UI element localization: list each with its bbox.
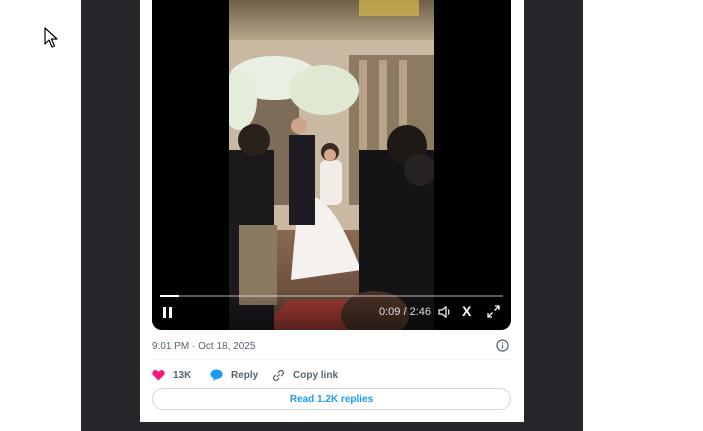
heart-icon (152, 369, 165, 381)
copy-link-button[interactable]: Copy link (272, 366, 338, 384)
like-button[interactable]: 13K (152, 366, 191, 384)
link-icon (272, 369, 285, 381)
mouse-cursor-icon (44, 27, 58, 48)
post-timestamp[interactable]: 9:01 PM · Oct 18, 2025 (152, 341, 255, 352)
video-controls-bar: 0:09 / 2:46 X (152, 290, 511, 330)
post-actions: 13K Reply Copy link (152, 366, 511, 384)
copy-link-label: Copy link (293, 369, 339, 381)
read-replies-button[interactable]: Read 1.2K replies (152, 388, 511, 410)
video-time-separator: / (400, 306, 410, 318)
divider (152, 359, 511, 360)
x-logo-icon[interactable]: X (462, 303, 471, 319)
video-time: 0:09 / 2:46 (379, 306, 431, 318)
speech-bubble-icon (210, 369, 223, 381)
reply-button[interactable]: Reply (210, 366, 258, 384)
fullscreen-icon[interactable] (487, 305, 500, 318)
embedded-post-card: 0:09 / 2:46 X 9:01 PM · Oct 18, 2025 13K (140, 0, 524, 422)
video-frame (229, 0, 434, 330)
video-progress-fill (160, 295, 179, 297)
video-time-total: 2:46 (409, 306, 432, 318)
info-icon[interactable] (496, 339, 509, 352)
pause-icon[interactable] (162, 307, 174, 319)
video-progress-track[interactable] (160, 295, 503, 297)
video-time-current: 0:09 (379, 306, 401, 318)
like-count: 13K (173, 369, 192, 381)
volume-icon[interactable] (438, 305, 452, 319)
video-player[interactable]: 0:09 / 2:46 X (152, 0, 511, 330)
reply-label: Reply (231, 369, 259, 381)
post-meta-row: 9:01 PM · Oct 18, 2025 (152, 338, 511, 356)
